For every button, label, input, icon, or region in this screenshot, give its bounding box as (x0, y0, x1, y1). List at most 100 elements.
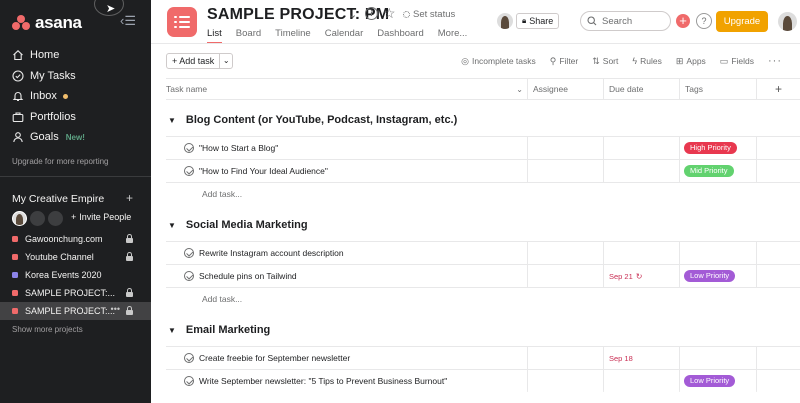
complete-checkbox[interactable] (184, 353, 194, 363)
table-row[interactable]: "How to Find Your Ideal Audience" Mid Pr… (166, 159, 800, 182)
sidebar-project[interactable]: SAMPLE PROJECT:... (0, 284, 151, 302)
complete-checkbox[interactable] (184, 248, 194, 258)
assignee-cell[interactable] (528, 137, 604, 159)
star-icon[interactable]: ☆ (383, 5, 396, 22)
task-name-cell[interactable]: "How to Find Your Ideal Audience" (166, 160, 528, 182)
add-task-label[interactable]: + Add task (167, 54, 221, 68)
info-icon[interactable]: i (365, 7, 378, 20)
complete-checkbox[interactable] (184, 376, 194, 386)
tag-low-priority[interactable]: Low Priority (684, 270, 736, 282)
chevron-down-icon[interactable]: ⌄ (348, 8, 357, 21)
filter-button[interactable]: ⚲ Filter (550, 56, 578, 67)
chevron-down-icon[interactable]: ⌄ (516, 79, 523, 100)
team-title[interactable]: My Creative Empire (12, 193, 104, 205)
collapse-sidebar-icon[interactable]: ‹☰ (120, 14, 136, 27)
complete-checkbox[interactable] (184, 271, 194, 281)
caret-down-icon[interactable]: ▼ (168, 326, 176, 335)
section-header[interactable]: ▼ Email Marketing (166, 317, 800, 343)
task-name-cell[interactable]: Schedule pins on Tailwind (166, 265, 528, 287)
tag-low-priority[interactable]: Low Priority (684, 375, 736, 387)
sort-button[interactable]: ⇅ Sort (592, 56, 618, 67)
chevron-down-icon[interactable]: ⌄ (220, 54, 232, 68)
section-header[interactable]: ▼ Blog Content (or YouTube, Podcast, Ins… (166, 107, 800, 133)
table-row[interactable]: Create freebie for September newsletter … (166, 346, 800, 369)
project-member-avatar[interactable] (497, 13, 513, 29)
column-header-tags[interactable]: Tags (680, 79, 757, 100)
tab-list[interactable]: List (207, 28, 222, 44)
due-date-cell[interactable] (604, 137, 680, 159)
section-header[interactable]: ▼ Social Media Marketing (166, 212, 800, 238)
add-column-button[interactable]: + (757, 79, 800, 100)
add-project-icon[interactable]: + (126, 191, 133, 205)
add-task-button[interactable]: + Add task ⌄ (166, 53, 234, 69)
table-row[interactable]: Schedule pins on Tailwind Sep 21 ↻ Low Pr… (166, 264, 800, 287)
tags-cell[interactable]: High Priority (680, 137, 757, 159)
table-row[interactable]: "How to Start a Blog" High Priority (166, 136, 800, 159)
asana-logo[interactable]: asana (11, 13, 82, 33)
task-name-cell[interactable]: "How to Start a Blog" (166, 137, 528, 159)
sidebar-item-label: My Tasks (30, 69, 76, 82)
tags-cell[interactable] (680, 347, 757, 369)
user-avatar[interactable] (778, 12, 797, 31)
sidebar-project[interactable]: Korea Events 2020 (0, 266, 151, 284)
sidebar-item-goals[interactable]: Goals New! (0, 127, 151, 148)
due-date-cell[interactable]: Sep 21 ↻ (604, 265, 680, 287)
sidebar-project[interactable]: Youtube Channel (0, 248, 151, 266)
caret-down-icon[interactable]: ▼ (168, 116, 176, 125)
tab-board[interactable]: Board (236, 28, 261, 43)
tab-calendar[interactable]: Calendar (325, 28, 364, 43)
column-header-due-date[interactable]: Due date (604, 79, 680, 100)
sidebar-project-active[interactable]: SAMPLE PROJECT:... ••• (0, 302, 151, 320)
due-date-cell[interactable] (604, 160, 680, 182)
set-status-button[interactable]: Set status (403, 9, 455, 20)
assignee-cell[interactable] (528, 242, 604, 264)
task-name-cell[interactable]: Create freebie for September newsletter (166, 347, 528, 369)
sidebar-item-home[interactable]: Home (0, 45, 151, 66)
apps-button[interactable]: ⊞ Apps (676, 56, 706, 67)
tag-high-priority[interactable]: High Priority (684, 142, 737, 154)
tags-cell[interactable] (680, 242, 757, 264)
tag-mid-priority[interactable]: Mid Priority (684, 165, 734, 177)
fields-button[interactable]: ▭ Fields (720, 56, 754, 67)
complete-checkbox[interactable] (184, 166, 194, 176)
share-button[interactable]: 🔒︎ Share (516, 13, 560, 29)
more-options-icon[interactable]: ··· (768, 55, 782, 67)
column-header-task-name[interactable]: Task name ⌄ (166, 79, 528, 100)
assignee-cell[interactable] (528, 160, 604, 182)
rules-button[interactable]: ϟ Rules (632, 56, 662, 66)
avatar[interactable] (12, 211, 27, 226)
task-name-cell[interactable]: Rewrite Instagram account description (166, 242, 528, 264)
column-header-assignee[interactable]: Assignee (528, 79, 604, 100)
add-task-link[interactable]: Add task... (166, 287, 800, 310)
invite-people-button[interactable]: + Invite People (71, 212, 131, 222)
tab-timeline[interactable]: Timeline (275, 28, 311, 43)
sidebar-item-my-tasks[interactable]: My Tasks (0, 66, 151, 87)
tags-cell[interactable]: Mid Priority (680, 160, 757, 182)
project-list-icon[interactable] (167, 7, 197, 37)
tab-dashboard[interactable]: Dashboard (377, 28, 423, 43)
sidebar-item-inbox[interactable]: Inbox (0, 86, 151, 107)
help-icon[interactable]: ? (696, 13, 712, 29)
due-date-cell[interactable] (604, 242, 680, 264)
assignee-cell[interactable] (528, 347, 604, 369)
sidebar-item-portfolios[interactable]: Portfolios (0, 107, 151, 128)
tags-cell[interactable]: Low Priority (680, 265, 757, 287)
page-title[interactable]: SAMPLE PROJECT: PM (207, 6, 389, 24)
caret-down-icon[interactable]: ▼ (168, 221, 176, 230)
quick-add-button[interactable]: + (676, 14, 690, 28)
search-box[interactable] (580, 11, 671, 31)
upgrade-button[interactable]: Upgrade (716, 11, 768, 32)
more-options-icon[interactable]: ••• (111, 304, 120, 314)
sidebar-project[interactable]: Gawoonchung.com (0, 230, 151, 248)
complete-checkbox[interactable] (184, 143, 194, 153)
assignee-cell[interactable] (528, 265, 604, 287)
search-input[interactable] (602, 15, 664, 27)
table-row[interactable]: Rewrite Instagram account description (166, 241, 800, 264)
tab-more[interactable]: More... (438, 28, 468, 43)
upgrade-reporting-link[interactable]: Upgrade for more reporting (12, 157, 109, 166)
show-more-projects-link[interactable]: Show more projects (12, 325, 83, 334)
toolbar-label: Apps (686, 56, 706, 66)
add-task-link[interactable]: Add task... (166, 182, 800, 205)
incomplete-tasks-filter[interactable]: ◎ Incomplete tasks (461, 56, 536, 67)
due-date-cell[interactable]: Sep 18 (604, 347, 680, 369)
